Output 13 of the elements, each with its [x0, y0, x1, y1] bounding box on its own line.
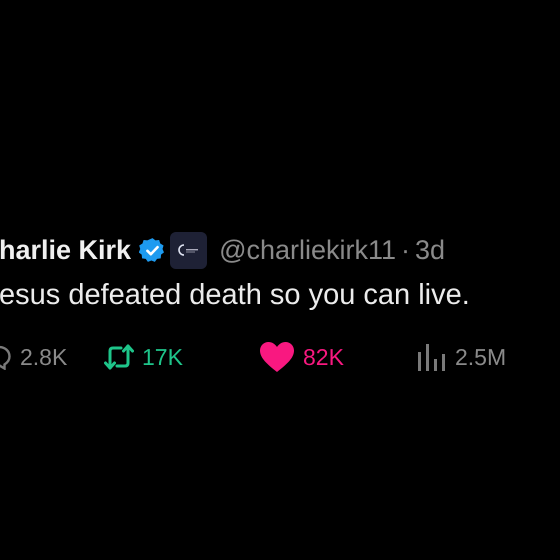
- organization-logo-icon: [170, 232, 208, 268]
- like-count: 82K: [303, 344, 344, 370]
- author-name[interactable]: harlie Kirk: [0, 234, 132, 266]
- separator-dot: ·: [401, 234, 410, 266]
- views-count: 2.5M: [455, 344, 506, 370]
- post-time[interactable]: 3d: [415, 234, 446, 266]
- author-handle[interactable]: @charliekirk11: [219, 234, 396, 266]
- heart-icon[interactable]: [259, 341, 295, 373]
- repost-icon[interactable]: [104, 343, 134, 371]
- post-text: esus defeated death so you can live.: [0, 279, 471, 312]
- bar-chart-icon[interactable]: [417, 342, 447, 372]
- repost-count: 17K: [142, 344, 183, 370]
- reply-count: 2.8K: [20, 344, 68, 370]
